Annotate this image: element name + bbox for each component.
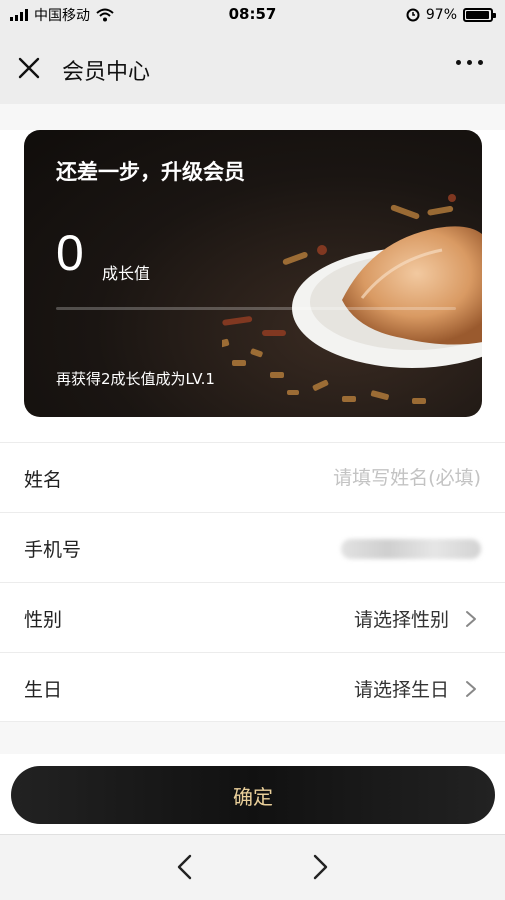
name-input[interactable] [221, 461, 481, 495]
nav-bar: 会员中心 [0, 30, 505, 104]
birthday-label: 生日 [24, 679, 63, 701]
member-card: 还差一步，升级会员 0 成长值 再获得2成长值成为LV.1 [24, 130, 482, 417]
phone-label: 手机号 [24, 539, 82, 561]
section-gap [0, 722, 505, 754]
alarm-icon [406, 8, 420, 22]
chevron-right-icon [466, 611, 476, 627]
phone-row: 手机号 [0, 512, 505, 582]
more-icon[interactable] [456, 60, 483, 65]
confirm-button[interactable]: 确定 [11, 766, 495, 824]
gender-row[interactable]: 性别 请选择性别 [0, 582, 505, 652]
growth-progress-bar [56, 307, 456, 310]
battery-fill [466, 11, 490, 19]
food-illustration [222, 194, 482, 404]
chevron-left-icon[interactable] [172, 852, 198, 882]
gender-select[interactable]: 请选择性别 [354, 605, 449, 632]
name-row: 姓名 [0, 442, 505, 512]
birthday-row[interactable]: 生日 请选择生日 [0, 652, 505, 722]
gender-label: 性别 [24, 609, 63, 631]
section-gap [0, 104, 505, 130]
name-label: 姓名 [24, 469, 63, 491]
birthday-select[interactable]: 请选择生日 [354, 675, 449, 702]
chevron-right-icon[interactable] [307, 852, 333, 882]
growth-label: 成长值 [102, 264, 151, 283]
status-right: 97% [406, 6, 496, 24]
status-bar: 中国移动 08:57 97% [0, 0, 505, 30]
card-title: 还差一步，升级会员 [56, 160, 245, 184]
phone-value-redacted [341, 539, 481, 559]
page-title: 会员中心 [62, 60, 151, 85]
browser-toolbar [0, 834, 505, 900]
battery-icon [463, 8, 496, 22]
close-icon[interactable] [14, 53, 44, 83]
growth-value: 0 [56, 225, 84, 281]
chevron-right-icon [466, 681, 476, 697]
battery-label: 97% [425, 7, 457, 23]
upgrade-hint: 再获得2成长值成为LV.1 [56, 370, 215, 388]
